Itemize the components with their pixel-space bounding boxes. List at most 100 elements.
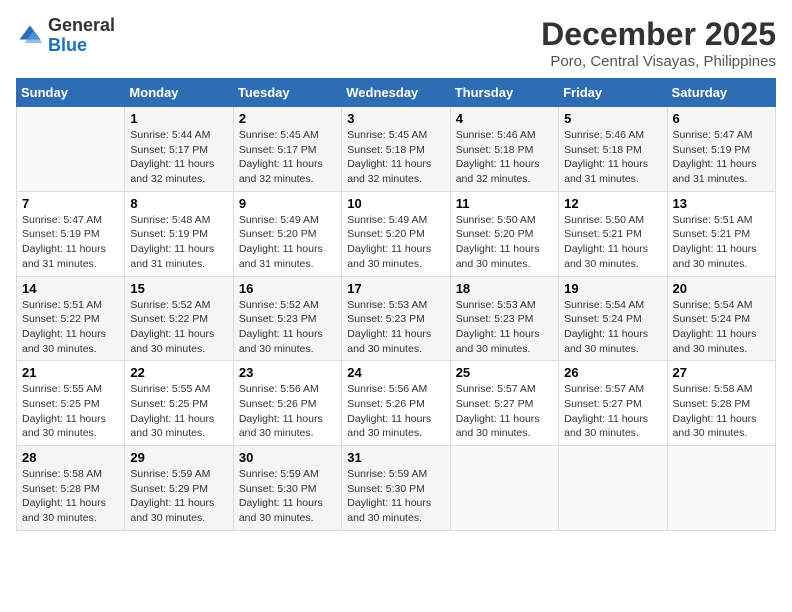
day-number: 24 xyxy=(347,365,444,380)
calendar-cell: 13 Sunrise: 5:51 AM Sunset: 5:21 PM Dayli… xyxy=(667,191,775,276)
calendar-header-row: SundayMondayTuesdayWednesdayThursdayFrid… xyxy=(17,79,776,107)
day-detail: Sunrise: 5:52 AM Sunset: 5:23 PM Dayligh… xyxy=(239,298,336,357)
day-detail: Sunrise: 5:57 AM Sunset: 5:27 PM Dayligh… xyxy=(456,382,553,441)
calendar-cell: 5 Sunrise: 5:46 AM Sunset: 5:18 PM Daylig… xyxy=(559,107,667,192)
logo-general-text: General xyxy=(48,15,115,35)
day-detail: Sunrise: 5:58 AM Sunset: 5:28 PM Dayligh… xyxy=(673,382,770,441)
day-number: 31 xyxy=(347,450,444,465)
day-number: 13 xyxy=(673,196,770,211)
day-number: 23 xyxy=(239,365,336,380)
day-number: 22 xyxy=(130,365,227,380)
day-detail: Sunrise: 5:51 AM Sunset: 5:21 PM Dayligh… xyxy=(673,213,770,272)
day-detail: Sunrise: 5:50 AM Sunset: 5:20 PM Dayligh… xyxy=(456,213,553,272)
calendar-cell: 17Sunrise: 5:53 AM Sunset: 5:23 PM Dayli… xyxy=(342,276,450,361)
title-block: December 2025 Poro, Central Visayas, Phi… xyxy=(541,16,776,70)
day-detail: Sunrise: 5:44 AM Sunset: 5:17 PM Dayligh… xyxy=(130,128,227,187)
day-number: 7 xyxy=(22,196,119,211)
day-detail: Sunrise: 5:49 AM Sunset: 5:20 PM Dayligh… xyxy=(239,213,336,272)
calendar-cell: 12 Sunrise: 5:50 AM Sunset: 5:21 PM Dayli… xyxy=(559,191,667,276)
calendar-cell: 31Sunrise: 5:59 AM Sunset: 5:30 PM Dayli… xyxy=(342,446,450,531)
calendar-cell: 1 Sunrise: 5:44 AM Sunset: 5:17 PM Daylig… xyxy=(125,107,233,192)
calendar-cell: 2 Sunrise: 5:45 AM Sunset: 5:17 PM Daylig… xyxy=(233,107,341,192)
calendar-cell: 19Sunrise: 5:54 AM Sunset: 5:24 PM Dayli… xyxy=(559,276,667,361)
calendar-cell: 9 Sunrise: 5:49 AM Sunset: 5:20 PM Daylig… xyxy=(233,191,341,276)
day-number: 6 xyxy=(673,111,770,126)
day-detail: Sunrise: 5:55 AM Sunset: 5:25 PM Dayligh… xyxy=(130,382,227,441)
calendar-cell: 11 Sunrise: 5:50 AM Sunset: 5:20 PM Dayli… xyxy=(450,191,558,276)
day-detail: Sunrise: 5:46 AM Sunset: 5:18 PM Dayligh… xyxy=(456,128,553,187)
day-number: 16 xyxy=(239,281,336,296)
day-detail: Sunrise: 5:57 AM Sunset: 5:27 PM Dayligh… xyxy=(564,382,661,441)
header: General Blue December 2025 Poro, Central… xyxy=(16,16,776,70)
day-detail: Sunrise: 5:50 AM Sunset: 5:21 PM Dayligh… xyxy=(564,213,661,272)
day-number: 10 xyxy=(347,196,444,211)
day-detail: Sunrise: 5:46 AM Sunset: 5:18 PM Dayligh… xyxy=(564,128,661,187)
day-detail: Sunrise: 5:59 AM Sunset: 5:30 PM Dayligh… xyxy=(239,467,336,526)
logo-icon xyxy=(16,22,44,50)
day-header-saturday: Saturday xyxy=(667,79,775,107)
calendar-cell: 26 Sunrise: 5:57 AM Sunset: 5:27 PM Dayli… xyxy=(559,361,667,446)
logo-blue-text: Blue xyxy=(48,35,87,55)
day-number: 5 xyxy=(564,111,661,126)
day-number: 15 xyxy=(130,281,227,296)
day-number: 21 xyxy=(22,365,119,380)
month-title: December 2025 xyxy=(541,16,776,53)
day-number: 11 xyxy=(456,196,553,211)
calendar-cell: 27Sunrise: 5:58 AM Sunset: 5:28 PM Dayli… xyxy=(667,361,775,446)
day-header-thursday: Thursday xyxy=(450,79,558,107)
calendar-week-row: 28 Sunrise: 5:58 AM Sunset: 5:28 PM Dayli… xyxy=(17,446,776,531)
calendar-cell: 10 Sunrise: 5:49 AM Sunset: 5:20 PM Dayli… xyxy=(342,191,450,276)
day-number: 8 xyxy=(130,196,227,211)
calendar-cell xyxy=(450,446,558,531)
day-number: 20 xyxy=(673,281,770,296)
calendar-cell: 14 Sunrise: 5:51 AM Sunset: 5:22 PM Dayli… xyxy=(17,276,125,361)
day-number: 9 xyxy=(239,196,336,211)
calendar-cell: 30 Sunrise: 5:59 AM Sunset: 5:30 PM Dayli… xyxy=(233,446,341,531)
calendar-week-row: 1 Sunrise: 5:44 AM Sunset: 5:17 PM Daylig… xyxy=(17,107,776,192)
day-number: 29 xyxy=(130,450,227,465)
calendar-cell: 4 Sunrise: 5:46 AM Sunset: 5:18 PM Daylig… xyxy=(450,107,558,192)
day-header-sunday: Sunday xyxy=(17,79,125,107)
logo: General Blue xyxy=(16,16,115,56)
day-detail: Sunrise: 5:56 AM Sunset: 5:26 PM Dayligh… xyxy=(347,382,444,441)
calendar-week-row: 7 Sunrise: 5:47 AM Sunset: 5:19 PM Daylig… xyxy=(17,191,776,276)
day-header-wednesday: Wednesday xyxy=(342,79,450,107)
day-number: 14 xyxy=(22,281,119,296)
day-detail: Sunrise: 5:59 AM Sunset: 5:29 PM Dayligh… xyxy=(130,467,227,526)
day-number: 18 xyxy=(456,281,553,296)
calendar-table: SundayMondayTuesdayWednesdayThursdayFrid… xyxy=(16,78,776,531)
day-number: 2 xyxy=(239,111,336,126)
calendar-cell: 6Sunrise: 5:47 AM Sunset: 5:19 PM Daylig… xyxy=(667,107,775,192)
day-number: 28 xyxy=(22,450,119,465)
day-detail: Sunrise: 5:48 AM Sunset: 5:19 PM Dayligh… xyxy=(130,213,227,272)
calendar-week-row: 14 Sunrise: 5:51 AM Sunset: 5:22 PM Dayli… xyxy=(17,276,776,361)
day-number: 12 xyxy=(564,196,661,211)
day-header-monday: Monday xyxy=(125,79,233,107)
calendar-cell: 20 Sunrise: 5:54 AM Sunset: 5:24 PM Dayli… xyxy=(667,276,775,361)
day-number: 3 xyxy=(347,111,444,126)
day-number: 25 xyxy=(456,365,553,380)
day-detail: Sunrise: 5:51 AM Sunset: 5:22 PM Dayligh… xyxy=(22,298,119,357)
day-detail: Sunrise: 5:54 AM Sunset: 5:24 PM Dayligh… xyxy=(673,298,770,357)
day-detail: Sunrise: 5:45 AM Sunset: 5:17 PM Dayligh… xyxy=(239,128,336,187)
day-detail: Sunrise: 5:49 AM Sunset: 5:20 PM Dayligh… xyxy=(347,213,444,272)
day-detail: Sunrise: 5:55 AM Sunset: 5:25 PM Dayligh… xyxy=(22,382,119,441)
calendar-cell: 18Sunrise: 5:53 AM Sunset: 5:23 PM Dayli… xyxy=(450,276,558,361)
day-number: 30 xyxy=(239,450,336,465)
calendar-cell xyxy=(667,446,775,531)
day-header-tuesday: Tuesday xyxy=(233,79,341,107)
calendar-cell: 16 Sunrise: 5:52 AM Sunset: 5:23 PM Dayli… xyxy=(233,276,341,361)
day-number: 26 xyxy=(564,365,661,380)
day-detail: Sunrise: 5:58 AM Sunset: 5:28 PM Dayligh… xyxy=(22,467,119,526)
calendar-cell xyxy=(559,446,667,531)
calendar-cell: 25 Sunrise: 5:57 AM Sunset: 5:27 PM Dayli… xyxy=(450,361,558,446)
day-number: 1 xyxy=(130,111,227,126)
calendar-cell: 15Sunrise: 5:52 AM Sunset: 5:22 PM Dayli… xyxy=(125,276,233,361)
calendar-cell: 21 Sunrise: 5:55 AM Sunset: 5:25 PM Dayli… xyxy=(17,361,125,446)
calendar-cell: 3 Sunrise: 5:45 AM Sunset: 5:18 PM Daylig… xyxy=(342,107,450,192)
calendar-cell: 23Sunrise: 5:56 AM Sunset: 5:26 PM Dayli… xyxy=(233,361,341,446)
day-detail: Sunrise: 5:45 AM Sunset: 5:18 PM Dayligh… xyxy=(347,128,444,187)
calendar-week-row: 21 Sunrise: 5:55 AM Sunset: 5:25 PM Dayli… xyxy=(17,361,776,446)
day-detail: Sunrise: 5:47 AM Sunset: 5:19 PM Dayligh… xyxy=(22,213,119,272)
day-number: 4 xyxy=(456,111,553,126)
